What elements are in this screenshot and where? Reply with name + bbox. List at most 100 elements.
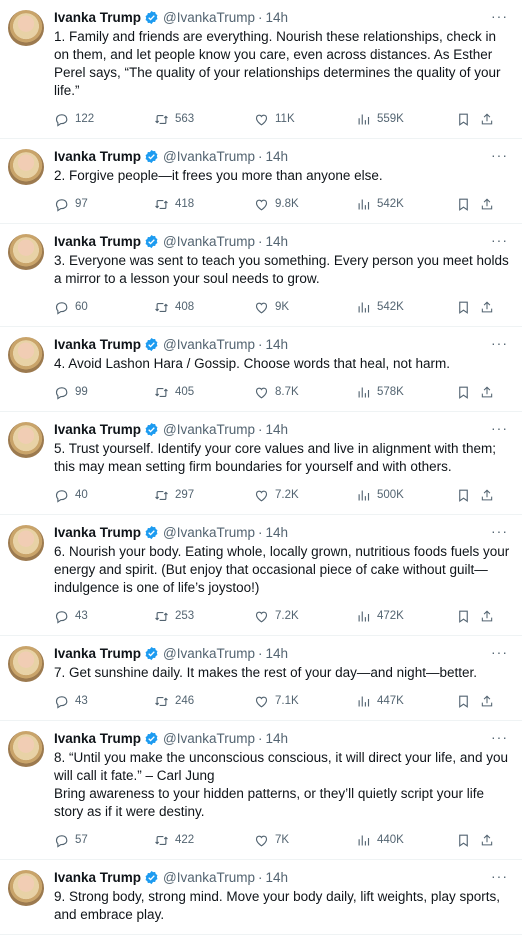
views-button[interactable]: 440K xyxy=(356,833,456,848)
avatar[interactable] xyxy=(8,149,44,185)
more-icon[interactable]: ··· xyxy=(491,729,508,745)
avatar[interactable] xyxy=(8,870,44,906)
bookmark-button[interactable] xyxy=(456,197,480,212)
tweet-time[interactable]: 14h xyxy=(266,870,289,885)
avatar[interactable] xyxy=(8,10,44,46)
tweet[interactable]: Ivanka Trump @IvankaTrump · 14h ··· 3. E… xyxy=(0,224,522,327)
tweet[interactable]: Ivanka Trump @IvankaTrump · 14h ··· 9. S… xyxy=(0,860,522,935)
views-button[interactable]: 447K xyxy=(356,694,456,709)
avatar[interactable] xyxy=(8,234,44,270)
author-handle[interactable]: @IvankaTrump xyxy=(163,234,255,249)
more-icon[interactable]: ··· xyxy=(491,868,508,884)
reply-button[interactable]: 40 xyxy=(54,488,154,503)
like-button[interactable]: 9K xyxy=(254,300,356,315)
author-name[interactable]: Ivanka Trump xyxy=(54,337,141,352)
avatar[interactable] xyxy=(8,731,44,767)
views-button[interactable]: 500K xyxy=(356,488,456,503)
more-icon[interactable]: ··· xyxy=(491,420,508,436)
bookmark-button[interactable] xyxy=(456,694,480,709)
avatar[interactable] xyxy=(8,525,44,561)
views-button[interactable]: 559K xyxy=(356,112,456,127)
reply-button[interactable]: 43 xyxy=(54,609,154,624)
author-name[interactable]: Ivanka Trump xyxy=(54,870,141,885)
author-handle[interactable]: @IvankaTrump xyxy=(163,870,255,885)
retweet-button[interactable]: 297 xyxy=(154,488,254,503)
tweet-time[interactable]: 14h xyxy=(266,337,289,352)
bookmark-button[interactable] xyxy=(456,488,480,503)
bookmark-button[interactable] xyxy=(456,609,480,624)
share-button[interactable] xyxy=(480,197,500,212)
retweet-button[interactable]: 253 xyxy=(154,609,254,624)
like-button[interactable]: 8.7K xyxy=(254,385,356,400)
more-icon[interactable]: ··· xyxy=(491,147,508,163)
share-button[interactable] xyxy=(480,112,500,127)
reply-button[interactable]: 57 xyxy=(54,833,154,848)
retweet-button[interactable]: 422 xyxy=(154,833,254,848)
like-button[interactable]: 11K xyxy=(254,112,356,127)
author-handle[interactable]: @IvankaTrump xyxy=(163,422,255,437)
author-handle[interactable]: @IvankaTrump xyxy=(163,149,255,164)
more-icon[interactable]: ··· xyxy=(491,232,508,248)
tweet-time[interactable]: 14h xyxy=(266,234,289,249)
retweet-button[interactable]: 563 xyxy=(154,112,254,127)
share-button[interactable] xyxy=(480,609,500,624)
views-button[interactable]: 472K xyxy=(356,609,456,624)
avatar[interactable] xyxy=(8,422,44,458)
retweet-button[interactable]: 405 xyxy=(154,385,254,400)
retweet-button[interactable]: 246 xyxy=(154,694,254,709)
share-button[interactable] xyxy=(480,833,500,848)
retweet-button[interactable]: 408 xyxy=(154,300,254,315)
like-button[interactable]: 7.2K xyxy=(254,609,356,624)
bookmark-button[interactable] xyxy=(456,300,480,315)
tweet[interactable]: Ivanka Trump @IvankaTrump · 14h ··· 7. G… xyxy=(0,636,522,721)
author-name[interactable]: Ivanka Trump xyxy=(54,422,141,437)
reply-button[interactable]: 43 xyxy=(54,694,154,709)
share-button[interactable] xyxy=(480,694,500,709)
more-icon[interactable]: ··· xyxy=(491,644,508,660)
views-button[interactable]: 542K xyxy=(356,300,456,315)
tweet-time[interactable]: 14h xyxy=(266,731,289,746)
author-name[interactable]: Ivanka Trump xyxy=(54,149,141,164)
author-name[interactable]: Ivanka Trump xyxy=(54,646,141,661)
reply-button[interactable]: 97 xyxy=(54,197,154,212)
like-button[interactable]: 7.1K xyxy=(254,694,356,709)
like-button[interactable]: 7.2K xyxy=(254,488,356,503)
reply-button[interactable]: 99 xyxy=(54,385,154,400)
bookmark-button[interactable] xyxy=(456,112,480,127)
author-name[interactable]: Ivanka Trump xyxy=(54,10,141,25)
more-icon[interactable]: ··· xyxy=(491,335,508,351)
author-name[interactable]: Ivanka Trump xyxy=(54,234,141,249)
avatar[interactable] xyxy=(8,337,44,373)
tweet[interactable]: Ivanka Trump @IvankaTrump · 14h ··· 1. F… xyxy=(0,0,522,139)
tweet-time[interactable]: 14h xyxy=(266,525,289,540)
more-icon[interactable]: ··· xyxy=(491,8,508,24)
tweet-time[interactable]: 14h xyxy=(266,422,289,437)
reply-button[interactable]: 122 xyxy=(54,112,154,127)
bookmark-button[interactable] xyxy=(456,833,480,848)
share-button[interactable] xyxy=(480,300,500,315)
views-button[interactable]: 578K xyxy=(356,385,456,400)
author-handle[interactable]: @IvankaTrump xyxy=(163,10,255,25)
tweet[interactable]: Ivanka Trump @IvankaTrump · 14h ··· 2. F… xyxy=(0,139,522,224)
author-name[interactable]: Ivanka Trump xyxy=(54,525,141,540)
like-button[interactable]: 9.8K xyxy=(254,197,356,212)
share-button[interactable] xyxy=(480,488,500,503)
tweet[interactable]: Ivanka Trump @IvankaTrump · 14h ··· 5. T… xyxy=(0,412,522,515)
tweet-time[interactable]: 14h xyxy=(266,149,289,164)
author-handle[interactable]: @IvankaTrump xyxy=(163,646,255,661)
tweet-time[interactable]: 14h xyxy=(266,646,289,661)
author-name[interactable]: Ivanka Trump xyxy=(54,731,141,746)
bookmark-button[interactable] xyxy=(456,385,480,400)
share-button[interactable] xyxy=(480,385,500,400)
more-icon[interactable]: ··· xyxy=(491,523,508,539)
author-handle[interactable]: @IvankaTrump xyxy=(163,525,255,540)
like-button[interactable]: 7K xyxy=(254,833,356,848)
avatar[interactable] xyxy=(8,646,44,682)
author-handle[interactable]: @IvankaTrump xyxy=(163,337,255,352)
retweet-button[interactable]: 418 xyxy=(154,197,254,212)
tweet[interactable]: Ivanka Trump @IvankaTrump · 14h ··· 8. “… xyxy=(0,721,522,860)
reply-button[interactable]: 60 xyxy=(54,300,154,315)
author-handle[interactable]: @IvankaTrump xyxy=(163,731,255,746)
tweet-time[interactable]: 14h xyxy=(266,10,289,25)
tweet[interactable]: Ivanka Trump @IvankaTrump · 14h ··· 6. N… xyxy=(0,515,522,636)
